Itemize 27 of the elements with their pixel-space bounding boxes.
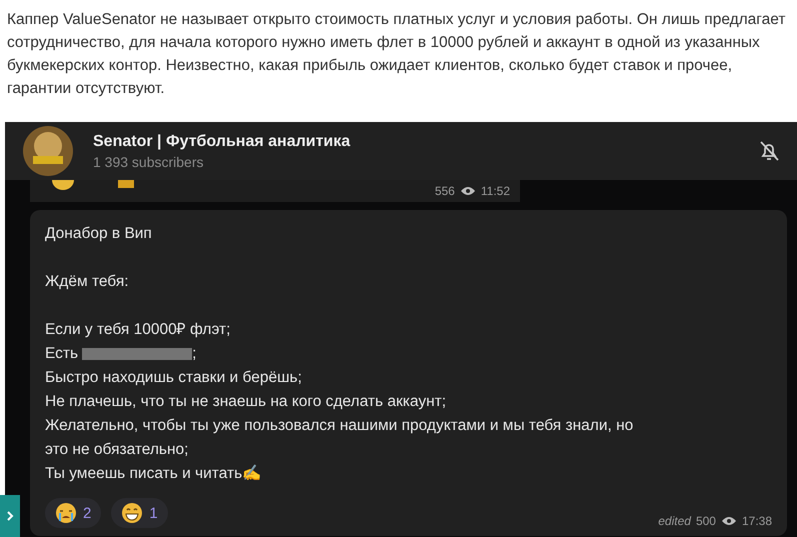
- message-text: Есть: [45, 344, 78, 364]
- message-text: Ждём тебя:: [45, 272, 129, 292]
- view-count: 556: [434, 184, 455, 198]
- reaction-chip[interactable]: 1: [111, 498, 168, 528]
- message-text: Быстро находишь ставки и берёшь;: [45, 368, 302, 388]
- message-time: 11:52: [480, 184, 510, 198]
- message-text: Донабор в Вип: [45, 224, 152, 244]
- message-text: Ты умеешь писать и читать✍: [45, 464, 262, 484]
- eye-icon: [460, 186, 476, 196]
- message-time: 17:38: [742, 514, 772, 528]
- view-count: 500: [696, 514, 716, 528]
- message-text: Не плачешь, что ты не знаешь на кого сделать аккаунт;: [45, 392, 446, 412]
- crying-emoji-icon: [55, 502, 77, 524]
- side-button[interactable]: [0, 495, 20, 537]
- grinning-emoji-icon: [121, 502, 144, 524]
- channel-avatar: [23, 126, 73, 176]
- channel-title: Senator | Футбольная аналитика: [93, 132, 352, 150]
- article-paragraph: Каппер ValueSenator не называет открыто стоимость платных услуг и условия работы. Он лишь предлагает сотрудничество, для начала которого нужно иметь флет в 10000 рублей и аккаунт в одной из указанных букмекерских контор. Неизвестно, какая прибыль ожидает клиентов, сколько будет ставок и прочее, гарантии отсутствуют.: [6, 10, 786, 99]
- eye-icon: [720, 516, 737, 526]
- chevron-icon: [6, 510, 14, 522]
- message-text: это не обязательно;: [45, 440, 188, 460]
- edited-label: edited: [658, 514, 691, 528]
- subscriber-count: 1 393 subscribers: [93, 154, 205, 170]
- message-text: Если у тебя 10000₽ флэт;: [45, 320, 230, 340]
- reaction-chip[interactable]: 2: [45, 498, 102, 528]
- message-text: ;: [192, 344, 196, 364]
- message-text: Желательно, чтобы ты уже пользовался нашими продуктами и мы тебя знали, но: [45, 416, 634, 436]
